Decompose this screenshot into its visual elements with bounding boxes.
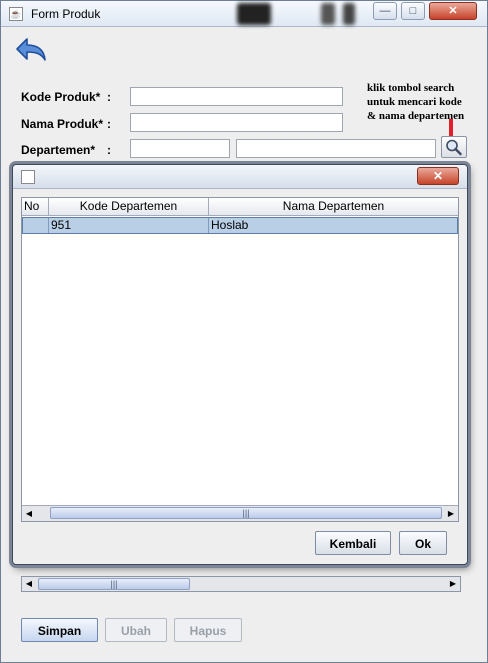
minimize-button[interactable]: — bbox=[373, 2, 397, 20]
cell-no bbox=[23, 218, 49, 233]
java-app-icon bbox=[21, 170, 35, 184]
nama-produk-label: Nama Produk* bbox=[21, 117, 104, 131]
dialog-title-bar[interactable]: ✕ bbox=[13, 165, 467, 189]
table-horizontal-scrollbar[interactable]: ◀ ||| ▶ bbox=[22, 505, 458, 521]
column-header-kode[interactable]: Kode Departemen bbox=[49, 198, 209, 216]
departemen-lookup-dialog: ✕ No Kode Departemen Nama Departemen 951… bbox=[12, 164, 468, 565]
nama-departemen-input[interactable] bbox=[236, 139, 436, 158]
scroll-right-arrow[interactable]: ▶ bbox=[444, 506, 458, 521]
nama-produk-input[interactable] bbox=[130, 113, 343, 132]
column-header-no[interactable]: No bbox=[22, 198, 49, 216]
hint-line-2: untuk mencari kode bbox=[367, 96, 462, 108]
kembali-button[interactable]: Kembali bbox=[315, 531, 391, 555]
java-app-icon: ☕ bbox=[9, 7, 23, 21]
ok-button[interactable]: Ok bbox=[399, 531, 447, 555]
scroll-thumb[interactable]: ||| bbox=[50, 507, 442, 519]
table-header: No Kode Departemen Nama Departemen bbox=[22, 198, 458, 216]
blurred-region bbox=[343, 3, 355, 25]
kode-produk-label: Kode Produk* bbox=[21, 90, 101, 104]
magnifier-icon bbox=[446, 139, 462, 156]
dialog-close-button[interactable]: ✕ bbox=[417, 167, 459, 185]
departemen-colon: : bbox=[107, 143, 111, 157]
search-button[interactable] bbox=[441, 136, 467, 158]
kode-departemen-input[interactable] bbox=[130, 139, 230, 158]
blurred-region bbox=[321, 3, 335, 25]
blurred-region bbox=[237, 3, 271, 25]
window-title: Form Produk bbox=[31, 7, 101, 21]
hint-line-3: & nama departemen bbox=[367, 110, 465, 122]
cell-nama: Hoslab bbox=[211, 218, 249, 232]
cell-kode: 951 bbox=[49, 218, 209, 233]
scroll-left-arrow[interactable]: ◀ bbox=[22, 506, 36, 521]
red-pointer-marker bbox=[449, 119, 453, 137]
hint-line-1: klik tombol search bbox=[367, 82, 455, 94]
maximize-button[interactable]: □ bbox=[401, 2, 425, 20]
nama-produk-colon: : bbox=[107, 117, 111, 131]
close-button[interactable]: ✕ bbox=[429, 2, 477, 20]
hapus-button[interactable]: Hapus bbox=[174, 618, 242, 642]
scroll-right-arrow[interactable]: ▶ bbox=[446, 577, 460, 591]
scroll-thumb[interactable]: ||| bbox=[38, 578, 190, 590]
kode-produk-input[interactable] bbox=[130, 87, 343, 106]
column-header-nama[interactable]: Nama Departemen bbox=[209, 198, 458, 216]
table-row[interactable]: 951 Hoslab bbox=[22, 217, 458, 234]
back-arrow-icon[interactable] bbox=[11, 33, 51, 65]
kode-produk-colon: : bbox=[107, 90, 111, 104]
main-horizontal-scrollbar[interactable]: ◀ ||| ▶ bbox=[21, 576, 461, 592]
scroll-left-arrow[interactable]: ◀ bbox=[22, 577, 36, 591]
search-hint-note: klik tombol search untuk mencari kode & … bbox=[367, 81, 485, 123]
departemen-label: Departemen* bbox=[21, 143, 96, 157]
simpan-button[interactable]: Simpan bbox=[21, 618, 98, 642]
departemen-table: No Kode Departemen Nama Departemen 951 H… bbox=[21, 197, 459, 522]
ubah-button[interactable]: Ubah bbox=[105, 618, 167, 642]
title-bar[interactable]: ☕ Form Produk — □ ✕ bbox=[1, 1, 487, 27]
